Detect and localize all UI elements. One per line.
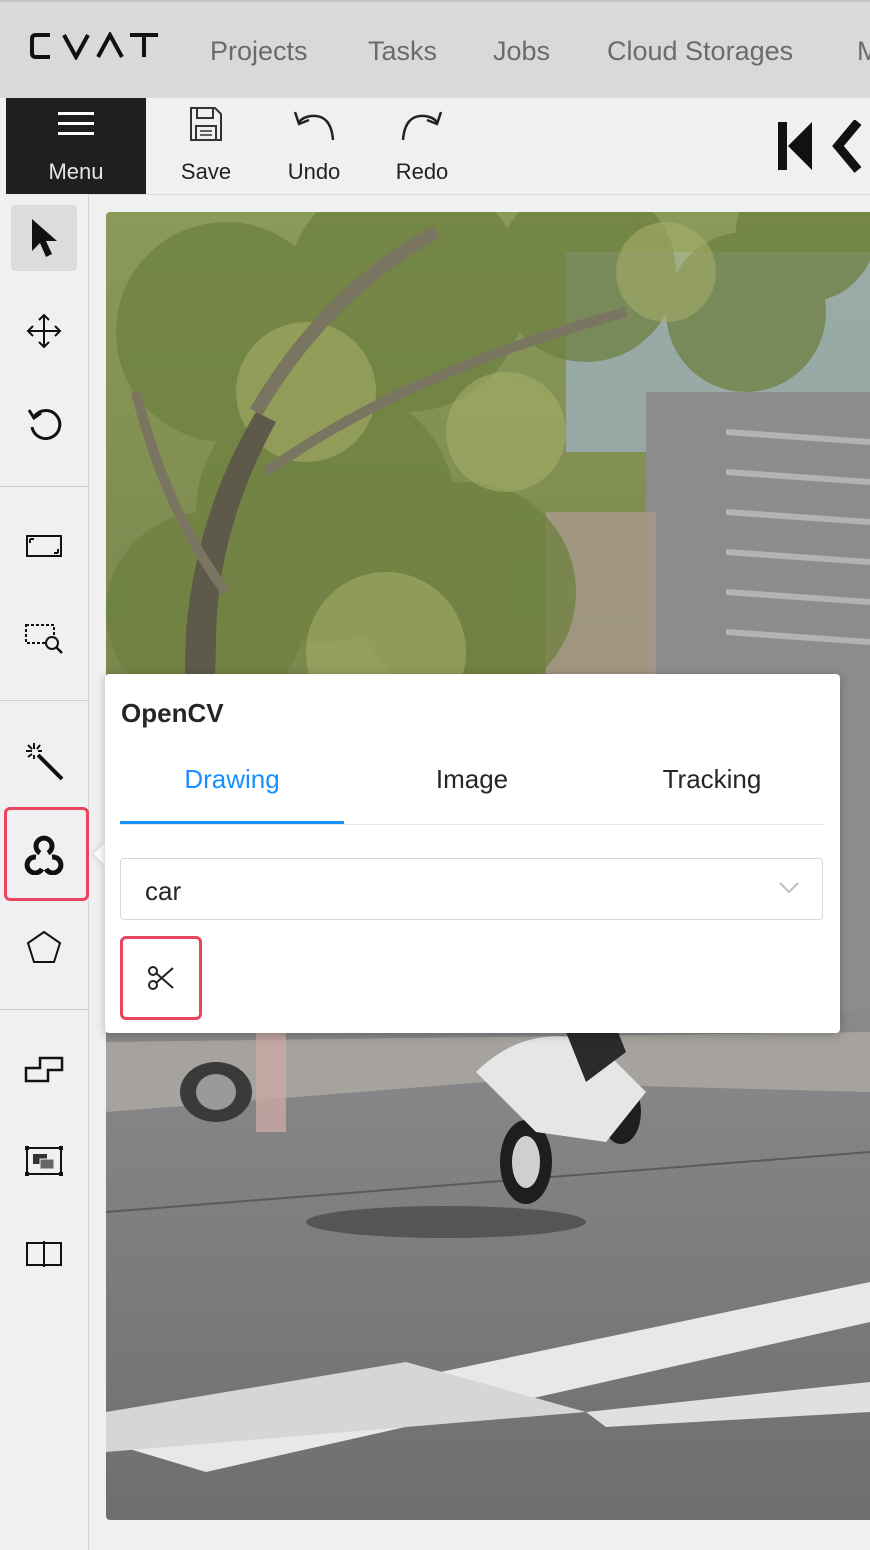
zoom-region-icon: [25, 624, 63, 654]
move-button[interactable]: [11, 298, 77, 364]
save-button[interactable]: Save: [154, 98, 258, 194]
save-label: Save: [180, 159, 232, 184]
ai-tools-button[interactable]: [11, 728, 77, 794]
redo-button[interactable]: Redo: [370, 98, 474, 194]
popover-title: OpenCV: [121, 698, 224, 728]
tab-image[interactable]: Image: [360, 764, 584, 795]
undo-label: Undo: [287, 159, 341, 184]
save-icon: [190, 107, 222, 141]
top-navbar: Projects Tasks Jobs Cloud Storages M: [0, 0, 870, 98]
zoom-region-button[interactable]: [11, 605, 77, 671]
move-icon: [26, 313, 62, 349]
merge-shapes-button[interactable]: [11, 1036, 77, 1102]
annotation-toolbar: Menu Save Undo Redo: [0, 98, 870, 195]
polygon-icon: [26, 930, 62, 963]
group-shapes-button[interactable]: [11, 1128, 77, 1194]
nav-tasks[interactable]: Tasks: [368, 36, 437, 67]
undo-button[interactable]: Undo: [262, 98, 366, 194]
undo-icon: [293, 111, 335, 141]
chevron-down-icon: [779, 882, 799, 894]
cvat-logo[interactable]: [30, 30, 160, 65]
label-select-value: car: [145, 876, 182, 906]
nav-projects[interactable]: Projects: [210, 36, 308, 67]
rectangle-fit-icon: [26, 535, 62, 557]
first-frame-icon[interactable]: [776, 120, 866, 174]
menu-label: Menu: [48, 159, 104, 184]
cursor-button[interactable]: [11, 205, 77, 271]
tab-divider: [120, 824, 824, 825]
opencv-button-highlight: [4, 807, 89, 901]
ai-tools-wand-icon: [26, 743, 64, 781]
active-tab-indicator: [120, 821, 344, 824]
controls-sidebar: [0, 194, 89, 1550]
split-track-button[interactable]: [11, 1221, 77, 1287]
label-select[interactable]: car: [120, 858, 823, 920]
opencv-popover: OpenCV Drawing Image Tracking car: [105, 674, 840, 1033]
rotate-icon: [27, 409, 62, 441]
nav-cloud-storages[interactable]: Cloud Storages: [607, 36, 793, 67]
tab-drawing[interactable]: Drawing: [120, 764, 344, 795]
split-track-icon: [26, 1241, 62, 1267]
intelligent-scissors-button[interactable]: [120, 936, 202, 1020]
hamburger-icon: [58, 112, 94, 135]
redo-label: Redo: [395, 159, 449, 184]
nav-jobs[interactable]: Jobs: [493, 36, 550, 67]
menu-button[interactable]: Menu: [6, 98, 146, 194]
cursor-icon: [32, 219, 57, 257]
redo-icon: [401, 111, 443, 141]
nav-models-truncated[interactable]: M: [857, 36, 870, 67]
tab-tracking[interactable]: Tracking: [600, 764, 824, 795]
rotate-button[interactable]: [11, 390, 77, 456]
cvat-logo-mark: [30, 30, 158, 62]
group-shapes-icon: [25, 1146, 63, 1176]
scissors-icon: [148, 966, 174, 990]
fit-image-button[interactable]: [11, 513, 77, 579]
draw-polygon-button[interactable]: [11, 914, 77, 980]
merge-shapes-icon: [24, 1056, 64, 1083]
